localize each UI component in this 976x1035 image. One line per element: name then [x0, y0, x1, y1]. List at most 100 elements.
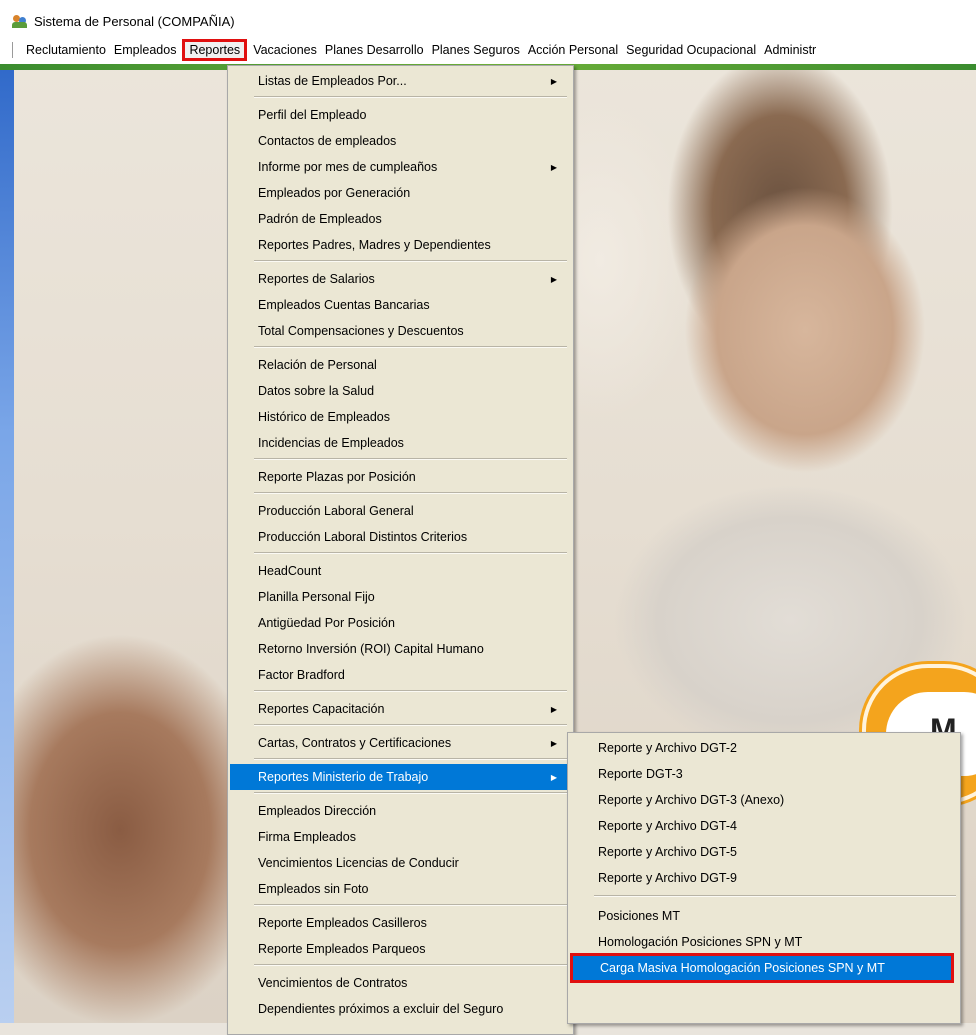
menu-item-reportes-salarios[interactable]: Reportes de Salarios ▶ [230, 266, 569, 292]
menu-item-firma-empleados[interactable]: Firma Empleados [230, 824, 569, 850]
menu-item-cartas-contratos[interactable]: Cartas, Contratos y Certificaciones ▶ [230, 730, 569, 756]
menu-item-label: Reporte y Archivo DGT-3 (Anexo) [598, 793, 785, 807]
menu-item-label: Informe por mes de cumpleaños [258, 160, 438, 174]
menubar-grip [12, 42, 16, 58]
submenu-item-dgt3-anexo[interactable]: Reporte y Archivo DGT-3 (Anexo) [570, 787, 956, 813]
menu-item-contactos-empleados[interactable]: Contactos de empleados [230, 128, 569, 154]
menu-item-empleados-sin-foto[interactable]: Empleados sin Foto [230, 876, 569, 902]
menu-item-datos-salud[interactable]: Datos sobre la Salud [230, 378, 569, 404]
menu-separator [254, 458, 567, 460]
title-bar: Sistema de Personal (COMPAÑIA) [0, 6, 976, 36]
menu-item-antiguedad-posicion[interactable]: Antigüedad Por Posición [230, 610, 569, 636]
triangle-right-icon: ▶ [550, 76, 557, 86]
submenu-item-dgt5[interactable]: Reporte y Archivo DGT-5 [570, 839, 956, 865]
menu-item-vencimientos-contratos[interactable]: Vencimientos de Contratos [230, 970, 569, 996]
menu-item-label: HeadCount [258, 564, 322, 578]
menu-item-label: Contactos de empleados [258, 134, 397, 148]
triangle-right-icon: ▶ [550, 738, 557, 748]
menu-item-label: Vencimientos de Contratos [258, 976, 408, 990]
menu-item-listas-empleados[interactable]: Listas de Empleados Por... ▶ [230, 68, 569, 94]
menu-item-label: Factor Bradford [258, 668, 345, 682]
menu-item-label: Total Compensaciones y Descuentos [258, 324, 464, 338]
menu-item-cuentas-bancarias[interactable]: Empleados Cuentas Bancarias [230, 292, 569, 318]
menu-item-label: Reporte Plazas por Posición [258, 470, 416, 484]
submenu-item-dgt9[interactable]: Reporte y Archivo DGT-9 [570, 865, 956, 891]
menu-item-padres-madres-dependientes[interactable]: Reportes Padres, Madres y Dependientes [230, 232, 569, 258]
menu-accion-personal[interactable]: Acción Personal [524, 40, 622, 60]
menu-item-headcount[interactable]: HeadCount [230, 558, 569, 584]
menu-item-empleados-parqueos[interactable]: Reporte Empleados Parqueos [230, 936, 569, 962]
menu-item-label: Perfil del Empleado [258, 108, 367, 122]
submenu-item-posiciones-mt[interactable]: Posiciones MT [570, 903, 956, 929]
menu-administracion[interactable]: Administr [760, 40, 820, 60]
menu-item-label: Planilla Personal Fijo [258, 590, 375, 604]
menu-item-label: Datos sobre la Salud [258, 384, 375, 398]
people-app-icon [12, 13, 28, 29]
menu-empleados[interactable]: Empleados [110, 40, 181, 60]
submenu-item-dgt2[interactable]: Reporte y Archivo DGT-2 [570, 735, 956, 761]
menu-separator [254, 792, 567, 794]
ministerio-trabajo-submenu: Reporte y Archivo DGT-2 Reporte DGT-3 Re… [567, 732, 961, 1024]
menu-planes-desarrollo[interactable]: Planes Desarrollo [321, 40, 428, 60]
menu-item-label: Homologación Posiciones SPN y MT [598, 935, 803, 949]
submenu-item-homologacion[interactable]: Homologación Posiciones SPN y MT [570, 929, 956, 955]
menu-separator [254, 758, 567, 760]
menu-item-label: Reportes Capacitación [258, 702, 385, 716]
menu-item-padron-empleados[interactable]: Padrón de Empleados [230, 206, 569, 232]
menu-item-licencias-conducir[interactable]: Vencimientos Licencias de Conducir [230, 850, 569, 876]
menu-item-empleados-generacion[interactable]: Empleados por Generación [230, 180, 569, 206]
menu-separator [254, 904, 567, 906]
menu-item-relacion-personal[interactable]: Relación de Personal [230, 352, 569, 378]
menu-item-factor-bradford[interactable]: Factor Bradford [230, 662, 569, 688]
menu-item-label: Producción Laboral General [258, 504, 414, 518]
menu-item-incidencias-empleados[interactable]: Incidencias de Empleados [230, 430, 569, 456]
menu-item-plazas-posicion[interactable]: Reporte Plazas por Posición [230, 464, 569, 490]
menu-item-label: Reporte y Archivo DGT-4 [598, 819, 737, 833]
menu-item-label: Histórico de Empleados [258, 410, 391, 424]
menu-seguridad-ocupacional[interactable]: Seguridad Ocupacional [622, 40, 760, 60]
menu-vacaciones[interactable]: Vacaciones [249, 40, 321, 60]
menu-item-label: Cartas, Contratos y Certificaciones [258, 736, 452, 750]
menu-item-label: Antigüedad Por Posición [258, 616, 395, 630]
menu-item-dependientes-excluir[interactable]: Dependientes próximos a excluir del Segu… [230, 996, 569, 1022]
menu-item-informe-cumpleanos[interactable]: Informe por mes de cumpleaños ▶ [230, 154, 569, 180]
menu-item-label: Padrón de Empleados [258, 212, 382, 226]
menu-item-empleados-direccion[interactable]: Empleados Dirección [230, 798, 569, 824]
menu-separator [254, 260, 567, 262]
menu-bar: Reclutamiento Empleados Reportes Vacacio… [0, 36, 976, 65]
triangle-right-icon: ▶ [550, 274, 557, 284]
menu-item-ministerio-trabajo[interactable]: Reportes Ministerio de Trabajo ▶ [230, 764, 569, 790]
menu-item-historico-empleados[interactable]: Histórico de Empleados [230, 404, 569, 430]
triangle-right-icon: ▶ [550, 162, 557, 172]
triangle-right-icon: ▶ [550, 704, 557, 714]
menu-item-label: Dependientes próximos a excluir del Segu… [258, 1002, 504, 1016]
menu-reportes[interactable]: Reportes [182, 39, 248, 61]
menu-item-label: Empleados Dirección [258, 804, 377, 818]
menu-item-empleados-casilleros[interactable]: Reporte Empleados Casilleros [230, 910, 569, 936]
menu-item-planilla-personal-fijo[interactable]: Planilla Personal Fijo [230, 584, 569, 610]
menu-item-label: Empleados por Generación [258, 186, 411, 200]
menu-item-label: Reportes de Salarios [258, 272, 375, 286]
menu-item-label: Incidencias de Empleados [258, 436, 404, 450]
menu-separator [254, 346, 567, 348]
reportes-dropdown: Listas de Empleados Por... ▶ Perfil del E… [227, 65, 574, 1035]
submenu-item-dgt4[interactable]: Reporte y Archivo DGT-4 [570, 813, 956, 839]
menu-separator [254, 552, 567, 554]
menu-separator [254, 690, 567, 692]
menu-item-total-compensaciones[interactable]: Total Compensaciones y Descuentos [230, 318, 569, 344]
menu-item-label: Firma Empleados [258, 830, 356, 844]
menu-item-produccion-laboral-general[interactable]: Producción Laboral General [230, 498, 569, 524]
menu-item-label: Relación de Personal [258, 358, 377, 372]
menu-item-perfil-empleado[interactable]: Perfil del Empleado [230, 102, 569, 128]
menu-item-produccion-laboral-criterios[interactable]: Producción Laboral Distintos Criterios [230, 524, 569, 550]
desktop-edge [0, 40, 14, 1023]
menu-planes-seguros[interactable]: Planes Seguros [428, 40, 524, 60]
menu-item-label: Vencimientos Licencias de Conducir [258, 856, 459, 870]
submenu-item-carga-masiva[interactable]: Carga Masiva Homologación Posiciones SPN… [570, 953, 954, 983]
menu-item-label: Reporte Empleados Casilleros [258, 916, 427, 930]
submenu-item-dgt3[interactable]: Reporte DGT-3 [570, 761, 956, 787]
menu-item-label: Empleados sin Foto [258, 882, 369, 896]
menu-reclutamiento[interactable]: Reclutamiento [22, 40, 110, 60]
menu-item-retorno-inversion[interactable]: Retorno Inversión (ROI) Capital Humano [230, 636, 569, 662]
menu-item-reportes-capacitacion[interactable]: Reportes Capacitación ▶ [230, 696, 569, 722]
